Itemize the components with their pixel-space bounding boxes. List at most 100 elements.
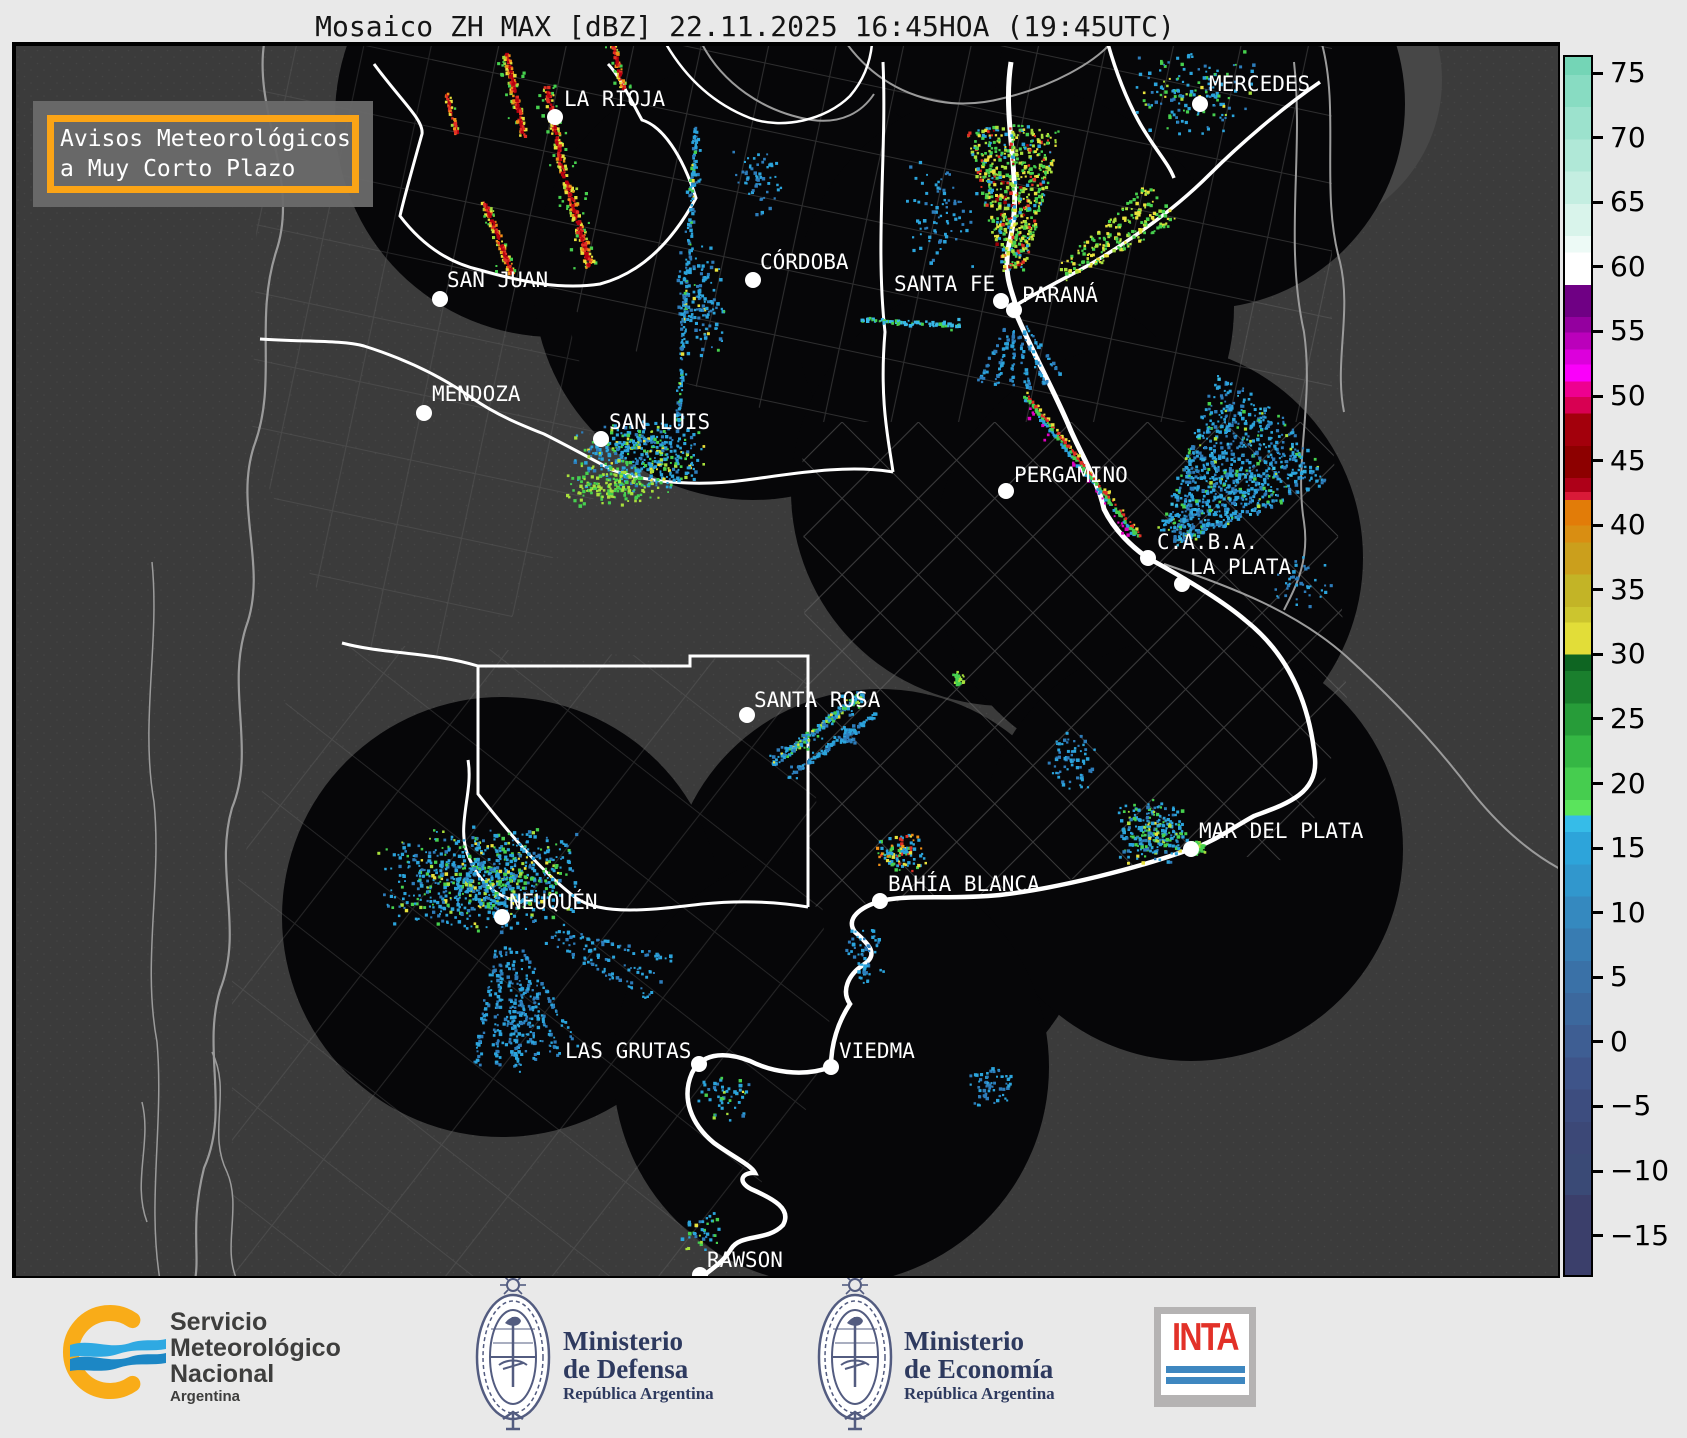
city-dot — [1006, 302, 1022, 318]
city-dot — [1140, 550, 1156, 566]
warning-box[interactable]: Avisos Meteorológicos a Muy Corto Plazo — [33, 101, 373, 207]
warning-line-1: Avisos Meteorológicos — [60, 126, 351, 152]
colorbar-tick — [1593, 394, 1603, 398]
city-label: LA RIOJA — [564, 87, 666, 111]
city-dot — [593, 431, 609, 447]
colorbar-tick — [1593, 459, 1603, 463]
city-dot — [494, 909, 510, 925]
economia-crest — [817, 1278, 893, 1431]
smn-text-argentina: Argentina — [170, 1388, 241, 1405]
colorbar-tick — [1593, 200, 1603, 204]
colorbar-tick-label: 10 — [1610, 895, 1646, 929]
colorbar-tick — [1593, 975, 1603, 979]
city-label: SANTA ROSA — [754, 688, 881, 712]
colorbar-tick-label: −5 — [1610, 1089, 1652, 1123]
colorbar-tick-label: 35 — [1610, 572, 1646, 606]
city-label: NEUQUÉN — [509, 889, 598, 914]
colorbar-tick-label: 70 — [1610, 120, 1646, 154]
smn-text-servicio: Servicio — [170, 1308, 268, 1336]
colorbar-tick — [1593, 782, 1603, 786]
smn-logo — [63, 1305, 166, 1399]
colorbar-tick-label: 20 — [1610, 766, 1646, 800]
colorbar-tick-label: 0 — [1610, 1024, 1628, 1058]
city-dot — [823, 1059, 839, 1075]
colorbar-tick — [1593, 652, 1603, 656]
inta-bar-bottom — [1166, 1377, 1245, 1384]
economia-subtitle: de Economía — [904, 1354, 1054, 1384]
smn-text-nacional: Nacional — [170, 1360, 275, 1388]
city-dot — [547, 109, 563, 125]
colorbar-tick — [1593, 1169, 1603, 1173]
city-label: SAN LUIS — [609, 410, 710, 434]
economia-title: Ministerio — [904, 1326, 1024, 1356]
city-label: C.A.B.A. — [1157, 530, 1258, 554]
city-dot — [872, 893, 888, 909]
city-label: RAWSON — [707, 1248, 783, 1272]
colorbar-tick-label: 55 — [1610, 314, 1646, 348]
colorbar-tick — [1593, 717, 1603, 721]
colorbar-tick — [1593, 911, 1603, 915]
defensa-title: Ministerio — [563, 1326, 683, 1356]
colorbar-tick-label: 40 — [1610, 508, 1646, 542]
warning-line-2: a Muy Corto Plazo — [60, 156, 296, 182]
colorbar-tick-label: 15 — [1610, 830, 1646, 864]
city-dot — [1192, 96, 1208, 112]
city-label: VIEDMA — [839, 1039, 915, 1063]
economia-country: República Argentina — [904, 1384, 1055, 1403]
colorbar-tick — [1593, 1104, 1603, 1108]
city-dot — [998, 483, 1014, 499]
city-dot — [416, 405, 432, 421]
defensa-country: República Argentina — [563, 1384, 714, 1403]
footer-logos: Servicio Meteorológico Nacional Argentin… — [0, 1278, 1687, 1438]
city-label: MENDOZA — [432, 382, 521, 406]
page-title: Mosaico ZH MAX [dBZ] 22.11.2025 16:45HOA… — [315, 10, 1175, 43]
city-dot — [1183, 841, 1199, 857]
inta-label: INTA — [1172, 1316, 1239, 1359]
colorbar-tick-label: 25 — [1610, 701, 1646, 735]
colorbar-tick-label: 50 — [1610, 378, 1646, 412]
colorbar-tick — [1593, 523, 1603, 527]
map-canvas: MERCEDES LA RIOJA SAN JUAN CÓRDOBA SANTA FE P… — [14, 44, 1558, 1276]
city-label: PARANÁ — [1022, 282, 1098, 307]
warning-box-border: Avisos Meteorológicos a Muy Corto Plazo — [47, 115, 359, 193]
city-label: LA PLATA — [1190, 555, 1292, 579]
inta-bar-top — [1166, 1366, 1245, 1373]
colorbar-tick-label: 45 — [1610, 443, 1646, 477]
city-label: PERGAMINO — [1014, 463, 1128, 487]
colorbar-tick-label: 5 — [1610, 960, 1628, 994]
colorbar-tick-label: 65 — [1610, 185, 1646, 219]
city-label: SAN JUAN — [447, 268, 548, 292]
city-dot — [691, 1056, 707, 1072]
colorbar-tick — [1593, 846, 1603, 850]
colorbar-tick-label: −10 — [1610, 1153, 1670, 1187]
colorbar-tick-label: 75 — [1610, 55, 1646, 89]
defensa-subtitle: de Defensa — [563, 1354, 689, 1384]
radar-map: MERCEDES LA RIOJA SAN JUAN CÓRDOBA SANTA FE P… — [12, 42, 1560, 1278]
smn-text-meteorologico: Meteorológico — [170, 1334, 341, 1362]
city-dot — [993, 293, 1009, 309]
inta-logo: INTA — [1154, 1307, 1256, 1407]
colorbar-tick — [1593, 1040, 1603, 1044]
inta-logo-inner: INTA — [1161, 1314, 1249, 1395]
city-label: SANTA FE — [894, 272, 995, 296]
city-dot — [739, 707, 755, 723]
colorbar-tick — [1593, 329, 1603, 333]
defensa-crest — [475, 1278, 551, 1431]
city-label: LAS GRUTAS — [565, 1039, 691, 1063]
city-label: MERCEDES — [1209, 72, 1310, 96]
colorbar-tick-label: −15 — [1610, 1218, 1670, 1252]
city-label: BAHÍA BLANCA — [888, 871, 1040, 896]
city-dot — [1174, 576, 1190, 592]
colorbar-tick — [1593, 265, 1603, 269]
colorbar-tick — [1593, 1234, 1603, 1238]
colorbar-tick-label: 60 — [1610, 249, 1646, 283]
colorbar-tick — [1593, 136, 1603, 140]
city-dot — [745, 272, 761, 288]
colorbar-tick — [1593, 588, 1603, 592]
colorbar — [1563, 55, 1593, 1277]
city-label: CÓRDOBA — [760, 249, 849, 274]
colorbar-tick — [1593, 71, 1603, 75]
city-label: MAR DEL PLATA — [1199, 819, 1364, 843]
city-dot — [432, 291, 448, 307]
colorbar-tick-label: 30 — [1610, 637, 1646, 671]
